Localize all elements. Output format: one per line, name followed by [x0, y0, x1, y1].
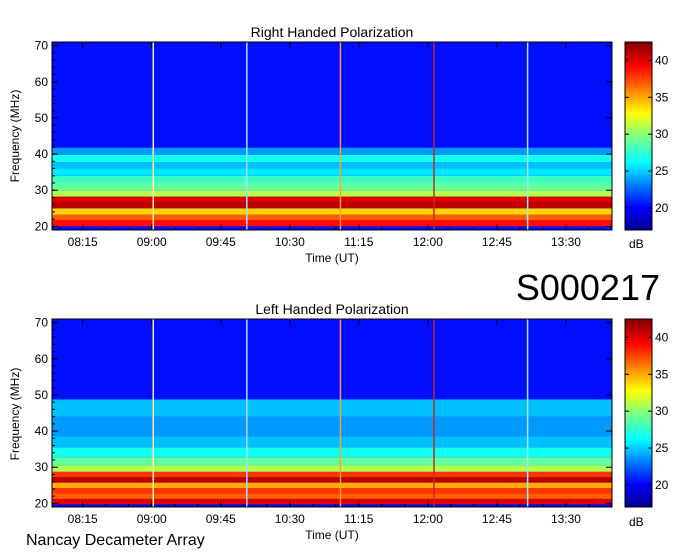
left-colorbar: 20 25 30 35 40: [624, 318, 669, 508]
spectrogram-figure: Right Handed Polarization 20 30 40 50 60 70 0…: [8, 24, 669, 549]
right-y-tick-label: 20: [35, 219, 49, 233]
footer-label: Nancay Decameter Array: [26, 532, 205, 549]
right-y-tick-label: 60: [35, 75, 49, 89]
left-colorbar-tick-label: 20: [655, 478, 669, 492]
right-x-tick-label: 09:00: [137, 235, 167, 249]
left-y-tick-label: 20: [35, 496, 49, 510]
left-colorbar-tick-label: 25: [655, 441, 669, 455]
left-panel-title: Left Handed Polarization: [255, 301, 408, 317]
right-x-tick-label: 12:00: [413, 235, 443, 249]
left-y-axis-label: Frequency (MHz): [8, 368, 22, 461]
left-colorbar-tick-label: 30: [655, 404, 669, 418]
right-y-tick-label: 30: [35, 183, 49, 197]
left-x-tick-label: 11:15: [344, 512, 373, 526]
right-panel-title: Right Handed Polarization: [251, 24, 414, 40]
right-spectrogram-plot: [51, 41, 613, 231]
right-x-axis-label: Time (UT): [305, 251, 359, 265]
left-colorbar-tick-label: 35: [655, 367, 669, 381]
right-colorbar-tick-label: 25: [655, 164, 669, 178]
left-spectrogram-plot: [51, 318, 613, 508]
right-x-tick-label: 10:30: [275, 235, 305, 249]
right-y-tick-label: 50: [35, 111, 49, 125]
right-x-tick-label: 12:45: [482, 235, 512, 249]
right-colorbar-ramp: [624, 41, 653, 231]
left-y-tick-label: 30: [35, 460, 49, 474]
left-y-tick-label: 60: [35, 352, 49, 366]
right-y-axis-label: Frequency (MHz): [8, 90, 22, 183]
left-x-tick-label: 09:45: [206, 512, 236, 526]
left-x-tick-label: 08:15: [68, 512, 98, 526]
right-x-tick-label: 09:45: [206, 235, 236, 249]
left-x-tick-label: 09:00: [137, 512, 167, 526]
left-x-tick-label: 12:00: [413, 512, 443, 526]
left-y-tick-label: 40: [35, 424, 49, 438]
right-colorbar-tick-label: 20: [655, 201, 669, 215]
left-x-tick-label: 12:45: [482, 512, 512, 526]
right-colorbar-label: dB: [629, 237, 644, 251]
left-y-tick-label: 70: [35, 316, 49, 330]
right-y-tick-label: 70: [35, 39, 49, 53]
left-colorbar-tick-label: 40: [655, 330, 669, 344]
left-x-tick-label: 13:30: [551, 512, 581, 526]
left-colorbar-label: dB: [629, 515, 644, 529]
right-x-tick-label: 08:15: [68, 235, 98, 249]
right-polarization-panel: Right Handed Polarization 20 30 40 50 60 70 0…: [8, 24, 669, 265]
left-x-axis-label: Time (UT): [305, 528, 359, 542]
right-x-tick-label: 13:30: [551, 235, 581, 249]
right-x-tick-label: 11:15: [344, 235, 373, 249]
right-colorbar: 20 25 30 35 40: [624, 41, 669, 231]
observation-id: S000217: [516, 267, 660, 308]
right-colorbar-tick-label: 40: [655, 53, 669, 67]
left-x-tick-label: 10:30: [275, 512, 305, 526]
left-polarization-panel: Left Handed Polarization 20 30 40 50 60 70 08…: [8, 301, 669, 542]
left-colorbar-ramp: [624, 318, 653, 508]
left-y-tick-label: 50: [35, 388, 49, 402]
right-y-tick-label: 40: [35, 147, 49, 161]
right-colorbar-tick-label: 30: [655, 127, 669, 141]
right-colorbar-tick-label: 35: [655, 90, 669, 104]
